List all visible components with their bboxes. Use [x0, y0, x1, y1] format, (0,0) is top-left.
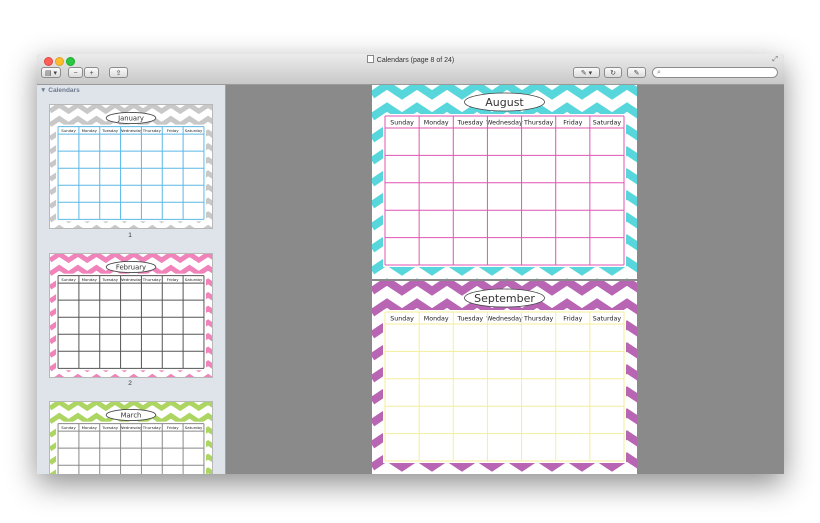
- search-field[interactable]: ⌕: [652, 67, 778, 78]
- weekday-header: Monday: [82, 277, 98, 282]
- calendar-thumbnail: January Sunday Monday Tuesday Wednesday Thurs…: [50, 105, 212, 228]
- month-title: March: [121, 411, 142, 419]
- weekday-header: Wednesday: [486, 120, 523, 127]
- page-thumbnail-1[interactable]: January Sunday Monday Tuesday Wednesday Thurs…: [49, 104, 213, 229]
- weekday-header: Thursday: [142, 425, 162, 430]
- calendar-thumbnail: February Sunday Monday Tuesday Wednesday Thur…: [50, 254, 212, 377]
- document-icon: [366, 55, 374, 63]
- zoom-out-button[interactable]: −: [68, 67, 83, 78]
- weekday-header: Thursday: [142, 128, 162, 133]
- fullscreen-icon[interactable]: ⤢: [772, 56, 778, 64]
- weekday-header: Thursday: [142, 277, 162, 282]
- weekday-header: Saturday: [185, 277, 203, 282]
- weekday-header: Monday: [424, 316, 449, 323]
- annotate-button[interactable]: ✎ ▾: [573, 67, 600, 78]
- share-button[interactable]: ⇪: [109, 67, 128, 78]
- calendar-page: August Sunday Monday Tuesday Wednesday Thursd…: [372, 85, 637, 279]
- weekday-header: Sunday: [61, 425, 76, 430]
- page-thumbnail-3[interactable]: March Sunday Monday Tuesday Wednesday Thursda…: [49, 401, 213, 474]
- search-icon: ⌕: [657, 69, 661, 76]
- weekday-header: Saturday: [593, 316, 622, 323]
- weekday-header: Tuesday: [457, 120, 484, 127]
- weekday-header: Sunday: [61, 277, 76, 282]
- preview-window: Calendars (page 8 of 24) ⤢ ▤ ▾ − + ⇪ ✎ ▾…: [37, 54, 784, 474]
- weekday-header: Wednesday: [120, 128, 143, 133]
- weekday-header: Sunday: [390, 316, 414, 323]
- weekday-header: Saturday: [593, 120, 622, 127]
- weekday-header: Saturday: [185, 425, 203, 430]
- weekday-header: Friday: [167, 128, 179, 133]
- weekday-header: Tuesday: [101, 128, 119, 133]
- thumbnail-page-number: 1: [128, 232, 132, 239]
- title-bar: Calendars (page 8 of 24) ⤢ ▤ ▾ − + ⇪ ✎ ▾…: [37, 54, 784, 85]
- window-title: Calendars (page 8 of 24): [37, 55, 784, 64]
- weekday-header: Tuesday: [101, 277, 119, 282]
- weekday-header: Wednesday: [120, 277, 143, 282]
- month-title: February: [116, 263, 146, 271]
- weekday-header: Friday: [563, 316, 582, 323]
- weekday-header: Friday: [563, 120, 582, 127]
- sidebar-toggle-button[interactable]: ▤ ▾: [41, 67, 61, 78]
- weekday-header: Sunday: [390, 120, 414, 127]
- weekday-header: Monday: [424, 120, 449, 127]
- weekday-header: Monday: [82, 425, 98, 430]
- zoom-in-button[interactable]: +: [84, 67, 99, 78]
- weekday-header: Wednesday: [486, 316, 523, 323]
- weekday-header: Sunday: [61, 128, 76, 133]
- month-title: September: [474, 292, 535, 305]
- sidebar: ▼ Calendars January Sunday Monday Tuesday We…: [37, 85, 226, 474]
- weekday-header: Tuesday: [457, 316, 484, 323]
- sidebar-header[interactable]: ▼ Calendars: [40, 87, 80, 94]
- weekday-header: Monday: [82, 128, 98, 133]
- calendar-page: September Sunday Monday Tuesday Wednesday Thu…: [372, 281, 637, 474]
- weekday-header: Wednesday: [120, 425, 143, 430]
- weekday-header: Thursday: [523, 120, 554, 127]
- thumbnail-page-number: 2: [128, 380, 132, 387]
- disclosure-triangle-icon: ▼: [40, 87, 47, 94]
- weekday-header: Tuesday: [101, 425, 119, 430]
- page-september: September Sunday Monday Tuesday Wednesday Thu…: [372, 281, 637, 474]
- weekday-header: Thursday: [523, 316, 554, 323]
- month-title: January: [117, 114, 144, 122]
- month-title: August: [485, 96, 524, 109]
- rotate-button[interactable]: ↻: [604, 67, 622, 78]
- weekday-header: Saturday: [185, 128, 203, 133]
- weekday-header: Friday: [167, 425, 179, 430]
- edit-button[interactable]: ✎: [627, 67, 646, 78]
- page-thumbnail-2[interactable]: February Sunday Monday Tuesday Wednesday Thur…: [49, 253, 213, 378]
- page-august: August Sunday Monday Tuesday Wednesday Thursd…: [372, 85, 637, 279]
- calendar-thumbnail: March Sunday Monday Tuesday Wednesday Thursda…: [50, 402, 212, 474]
- weekday-header: Friday: [167, 277, 179, 282]
- document-view[interactable]: August Sunday Monday Tuesday Wednesday Thursd…: [226, 85, 784, 474]
